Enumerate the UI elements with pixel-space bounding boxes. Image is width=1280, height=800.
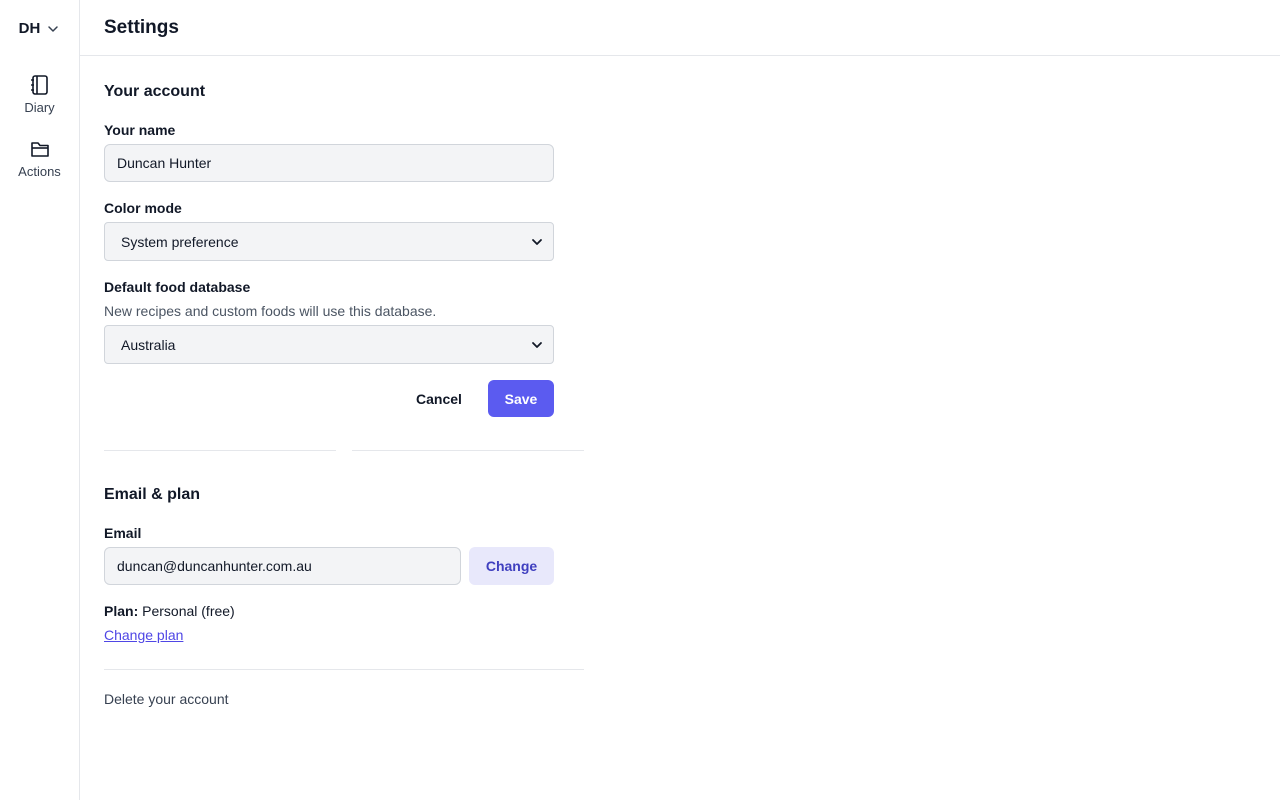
header: Settings (80, 0, 1280, 56)
plan-label: Plan: (104, 603, 139, 619)
food-db-value: Australia (121, 336, 176, 353)
chevron-down-icon (532, 238, 542, 245)
section-title-email-plan: Email & plan (104, 486, 201, 503)
save-button[interactable]: Save (488, 380, 554, 417)
folder-icon (30, 141, 49, 157)
food-db-label: Default food database (104, 279, 251, 295)
section-title-account: Your account (104, 83, 206, 100)
color-mode-select[interactable]: System preference (104, 222, 554, 261)
change-email-button[interactable]: Change (469, 547, 554, 585)
color-mode-value: System preference (121, 233, 239, 250)
sidebar-item-label: Actions (18, 163, 61, 179)
cancel-button[interactable]: Cancel (404, 380, 474, 417)
plan-info: Plan: Personal (free) (104, 603, 235, 619)
food-db-help: New recipes and custom foods will use th… (104, 303, 437, 319)
name-label: Your name (104, 122, 176, 138)
change-plan-link[interactable]: Change plan (104, 627, 183, 643)
divider (104, 450, 336, 451)
app: DH Diary Actions Settings Your account Y… (0, 0, 1280, 800)
divider (104, 669, 584, 670)
notebook-icon (30, 74, 48, 95)
chevron-down-icon (532, 341, 542, 348)
plan-value: Personal (free) (142, 603, 235, 619)
divider (352, 450, 584, 451)
sidebar-item-diary[interactable]: Diary (0, 68, 79, 120)
delete-account-link[interactable]: Delete your account (104, 691, 229, 707)
chevron-down-icon (48, 26, 59, 32)
email-label: Email (104, 525, 142, 541)
food-db-select[interactable]: Australia (104, 325, 554, 364)
color-mode-label: Color mode (104, 200, 182, 216)
sidebar-item-actions[interactable]: Actions (0, 132, 79, 184)
sidebar-item-label: Diary (24, 99, 55, 115)
page-title: Settings (104, 16, 179, 38)
email-input[interactable]: duncan@duncanhunter.com.au (104, 547, 461, 585)
user-initials: DH (18, 19, 41, 37)
user-menu[interactable]: DH (0, 0, 79, 56)
sidebar: DH Diary Actions (0, 0, 80, 800)
name-input[interactable]: Duncan Hunter (104, 144, 554, 182)
